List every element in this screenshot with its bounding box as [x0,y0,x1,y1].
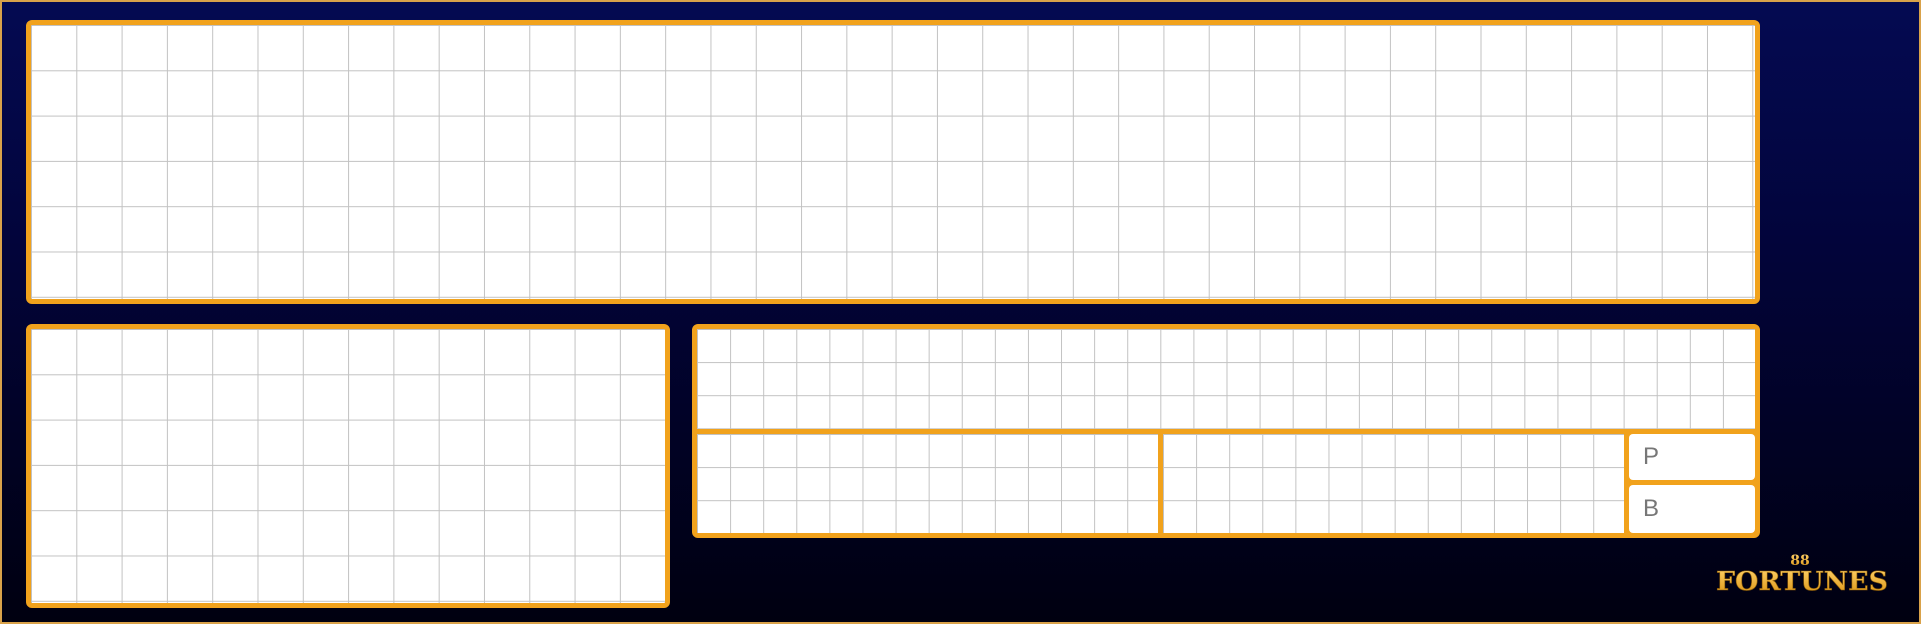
fortunes-logo: 88 FORTUNES [1716,553,1889,597]
banker-predict-button[interactable]: B [1629,485,1755,533]
game-table: P B 88 FORTUNES [0,0,1921,624]
bead-road-board-top [26,20,1760,304]
logo-word: FORTUNES [1716,567,1888,597]
small-road [697,434,1158,533]
derived-roads-group: P B [692,324,1760,538]
cockroach-road [1163,434,1624,533]
player-predict-button[interactable]: P [1629,434,1755,480]
big-road-board-left [26,324,670,608]
banker-predict-label: B [1643,495,1660,522]
player-predict-label: P [1643,443,1660,470]
big-eye-road [697,329,1755,429]
